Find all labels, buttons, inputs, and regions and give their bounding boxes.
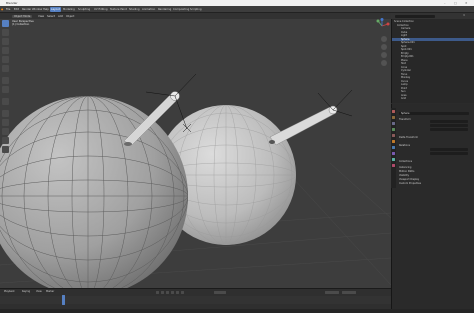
jump-end-icon[interactable] (181, 291, 184, 294)
workspace-tab-uv-editing[interactable]: UV Editing (93, 7, 109, 12)
rotate-tool-icon[interactable] (2, 47, 9, 54)
properties-section-header[interactable]: Viewport Display (399, 178, 419, 181)
physics-tab-icon[interactable] (392, 152, 395, 155)
workspace-tab-sculpting[interactable]: Sculpting (77, 7, 91, 12)
camera-view-icon[interactable] (381, 52, 387, 58)
scale-field[interactable] (430, 128, 468, 131)
workspace-tab-scripting[interactable]: Scripting (189, 7, 203, 12)
output-tab-icon[interactable] (392, 122, 395, 125)
prev-keyframe-icon[interactable] (161, 291, 164, 294)
properties-panel (391, 104, 474, 309)
object-tab-icon[interactable] (392, 140, 395, 143)
ortho-toggle-icon[interactable] (381, 60, 387, 66)
viewport-scene (0, 73, 391, 288)
tool-tab-icon[interactable] (392, 110, 395, 113)
tool-shelf (2, 20, 10, 170)
properties-section-header[interactable]: Collections (399, 160, 412, 163)
transform-tool-icon[interactable] (2, 65, 9, 72)
blender-logo-icon[interactable]: ● (1, 8, 3, 11)
object-name-field[interactable]: Sphere (399, 112, 469, 115)
maximize-icon[interactable]: □ (454, 1, 457, 5)
filter-icon[interactable]: ⏷ (463, 14, 465, 17)
window-title: Blender (6, 1, 18, 5)
view-collection-label: (1) Collection (12, 23, 30, 26)
jump-start-icon[interactable] (156, 291, 159, 294)
mode-dropdown[interactable]: Object Mode (12, 14, 33, 18)
3d-viewport[interactable] (0, 13, 391, 288)
status-bar (0, 309, 474, 313)
sphere-left[interactable] (0, 96, 188, 288)
menu-help[interactable]: Help (43, 8, 49, 11)
viewport-menu-view[interactable]: View (38, 15, 44, 18)
scene-tab-icon[interactable] (392, 128, 395, 131)
close-icon[interactable]: ✕ (465, 1, 468, 5)
viewport-menu-object[interactable]: Object (66, 15, 74, 18)
workspace-tab-texture-paint[interactable]: Texture Paint (109, 7, 128, 12)
select-tool-icon[interactable] (2, 20, 9, 27)
timeline-menu-keying[interactable]: Keying (22, 290, 30, 293)
object-name-value: Sphere (401, 112, 410, 116)
timeline-menu-playback[interactable]: Playback (4, 290, 15, 293)
menu-window[interactable]: Window (32, 8, 42, 11)
annotate-tool-icon[interactable] (2, 77, 9, 84)
start-frame-field[interactable] (325, 291, 339, 294)
spot-light-right[interactable] (269, 89, 353, 146)
end-frame-field[interactable] (342, 291, 356, 294)
menu-edit[interactable]: Edit (14, 8, 19, 11)
menu-render[interactable]: Render (22, 8, 31, 11)
minimize-icon[interactable]: – (444, 1, 446, 5)
next-keyframe-icon[interactable] (176, 291, 179, 294)
viewport-header: Object Mode View Select Add Object (0, 13, 391, 19)
outliner-header: ⏷ (391, 13, 474, 19)
properties-section-header[interactable]: Custom Properties (399, 182, 421, 185)
play-reverse-icon[interactable] (166, 291, 169, 294)
location-field[interactable] (430, 120, 468, 123)
pan-view-icon[interactable] (381, 44, 387, 50)
menu-file[interactable]: File (6, 8, 10, 11)
timeline-menu-view[interactable]: View (36, 290, 42, 293)
parent-type-field[interactable] (430, 152, 468, 155)
timeline-scrubber[interactable] (0, 296, 391, 304)
bevel-tool-icon[interactable] (2, 128, 9, 135)
play-icon[interactable] (171, 291, 174, 294)
workspace-tab-layout[interactable]: Layout (50, 7, 61, 12)
playhead[interactable] (62, 295, 65, 305)
zoom-view-icon[interactable] (381, 36, 387, 42)
navigation-gizmo[interactable] (374, 18, 390, 34)
material-tab-icon[interactable] (392, 164, 395, 167)
extrude-tool-icon[interactable] (2, 110, 9, 117)
parent-field[interactable] (430, 148, 468, 151)
scale-tool-icon[interactable] (2, 56, 9, 63)
outliner-search-input[interactable] (395, 14, 435, 18)
properties-section-header[interactable]: Relations (399, 144, 410, 147)
properties-section-header[interactable]: Transform (399, 118, 411, 121)
top-menu-bar: ● File Edit Render Window Help Layout Mo… (0, 6, 474, 13)
properties-section-header[interactable]: Visibility (399, 174, 409, 177)
workspace-tab-compositing[interactable]: Compositing (172, 7, 190, 12)
viewport-menu-add[interactable]: Add (58, 15, 63, 18)
modifier-tab-icon[interactable] (392, 146, 395, 149)
outliner-row[interactable]: Grid (392, 97, 474, 100)
workspace-tab-modeling[interactable]: Modeling (62, 7, 76, 12)
knife-tool-icon[interactable] (2, 146, 9, 153)
add-cube-tool-icon[interactable] (2, 98, 9, 105)
workspace-tab-animation[interactable]: Animation (141, 7, 156, 12)
loopcut-tool-icon[interactable] (2, 137, 9, 144)
render-tab-icon[interactable] (392, 116, 395, 119)
current-frame-field[interactable] (214, 291, 226, 294)
workspace-tab-shading[interactable]: Shading (128, 7, 141, 12)
constraints-tab-icon[interactable] (392, 158, 395, 161)
timeline-menu-marker[interactable]: Marker (46, 290, 54, 293)
measure-tool-icon[interactable] (2, 86, 9, 93)
rotation-field[interactable] (430, 124, 468, 127)
viewport-menu-select[interactable]: Select (47, 15, 55, 18)
workspace-tab-rendering[interactable]: Rendering (157, 7, 172, 12)
inset-tool-icon[interactable] (2, 119, 9, 126)
world-tab-icon[interactable] (392, 134, 395, 137)
cursor-tool-icon[interactable] (2, 29, 9, 36)
properties-section-header[interactable]: Instancing (399, 166, 411, 169)
properties-section-header[interactable]: Delta Transform (399, 136, 418, 139)
properties-section-header[interactable]: Motion Paths (399, 170, 414, 173)
move-tool-icon[interactable] (2, 38, 9, 45)
